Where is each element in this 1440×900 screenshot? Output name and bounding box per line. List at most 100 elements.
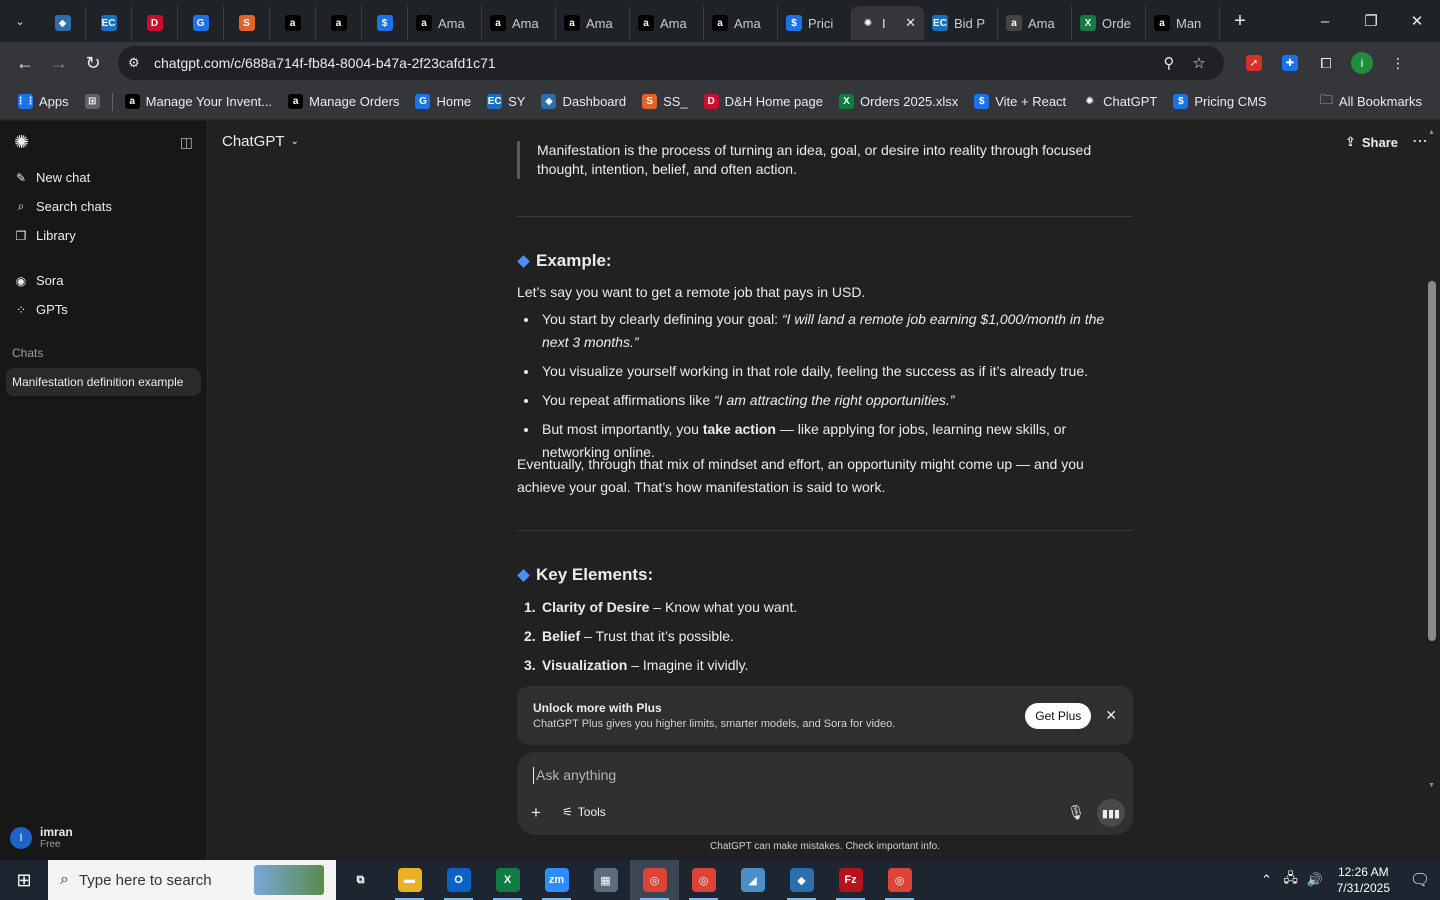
sidebar-item-sora[interactable]: ◉ Sora [0, 266, 207, 295]
scrollbar-thumb[interactable] [1428, 281, 1436, 641]
forward-button[interactable]: → [42, 46, 76, 80]
prompt-input[interactable]: Ask anything [533, 767, 616, 784]
windows-start-icon[interactable]: ⊞ [0, 860, 48, 900]
sidebar-toggle-icon[interactable]: ◫ [180, 134, 193, 151]
sidebar-item-search-chats[interactable]: ⌕ Search chats [0, 192, 207, 221]
bookmark-item[interactable]: a Manage Your Invent... [117, 88, 280, 116]
taskbar-app[interactable]: ◎ [679, 860, 728, 900]
close-icon[interactable]: ✕ [1105, 707, 1117, 724]
browser-tab[interactable]: ✺ I ✕ [852, 6, 924, 40]
bookmark-item[interactable]: ✺ ChatGPT [1074, 88, 1165, 116]
sidebar-item-library[interactable]: ❐ Library [0, 221, 207, 250]
sidebar-item-gpts[interactable]: ⁘ GPTs [0, 295, 207, 324]
bookmark-item[interactable]: S SS_ [634, 88, 696, 116]
browser-tab[interactable]: a Ama [998, 6, 1072, 40]
taskbar-app[interactable]: ◎ [875, 860, 924, 900]
browser-menu-icon[interactable]: ⋮ [1380, 46, 1416, 80]
bookmark-star-icon[interactable]: ☆ [1184, 54, 1214, 72]
chevron-up-icon[interactable]: ⌃ [1255, 872, 1279, 888]
browser-tab[interactable]: a Ama [408, 6, 482, 40]
scroll-up-arrow-icon[interactable]: ▲ [1427, 129, 1436, 136]
taskbar-app[interactable]: zm [532, 860, 581, 900]
taskbar-app[interactable]: X [483, 860, 532, 900]
tab-search-dropdown[interactable]: ⌄ [0, 0, 40, 42]
share-button[interactable]: ⇪ Share [1345, 134, 1398, 150]
maximize-button[interactable]: ❐ [1348, 0, 1394, 42]
taskbar-app[interactable]: ⧉ [336, 860, 385, 900]
address-bar[interactable]: ⚙ chatgpt.com/c/688a714f-fb84-8004-b47a-… [118, 46, 1224, 80]
extension-blue-icon[interactable]: ✚ [1272, 46, 1308, 80]
browser-tab[interactable]: $ Prici [778, 6, 852, 40]
attach-plus-icon[interactable]: + [531, 803, 541, 823]
model-picker[interactable]: ChatGPT ⌄ [222, 133, 299, 150]
get-plus-button[interactable]: Get Plus [1025, 702, 1092, 729]
bookmark-item[interactable]: $ Pricing CMS [1165, 88, 1274, 116]
chat-history-item[interactable]: Manifestation definition example [6, 368, 201, 396]
browser-tab[interactable]: EC Bid P [924, 6, 998, 40]
browser-tab[interactable]: ◆ [40, 6, 86, 40]
more-options-icon[interactable]: ⋯ [1412, 131, 1428, 151]
taskbar-app[interactable]: ◆ [777, 860, 826, 900]
chatgpt-logo-icon[interactable]: ✺ [14, 132, 29, 153]
browser-tab[interactable]: a [316, 6, 362, 40]
bookmark-label: SS_ [663, 94, 688, 109]
scrollbar[interactable]: ▲ ▼ [1427, 129, 1436, 789]
browser-tab[interactable]: EC [86, 6, 132, 40]
window-controls: – ❐ ✕ [1302, 0, 1440, 42]
voice-mode-icon[interactable]: ▮▮▮ [1097, 799, 1125, 827]
browser-tab[interactable]: S [224, 6, 270, 40]
browser-tab[interactable]: a Ama [482, 6, 556, 40]
example-bullets: You start by clearly defining your goal:… [517, 308, 1133, 470]
bookmark-item[interactable]: EC SY [479, 88, 533, 116]
notifications-icon[interactable]: 🗨 [1400, 870, 1440, 890]
bookmark-item[interactable]: G Home [407, 88, 479, 116]
tools-button[interactable]: ⚟ Tools [562, 805, 606, 819]
browser-tab[interactable]: $ [362, 6, 408, 40]
all-bookmarks-button[interactable]: 🗀 All Bookmarks [1312, 88, 1430, 116]
close-tab-icon[interactable]: ✕ [905, 15, 916, 31]
network-icon[interactable]: 🖧 [1279, 869, 1303, 891]
browser-tab[interactable]: a Ama [630, 6, 704, 40]
url-text[interactable]: chatgpt.com/c/688a714f-fb84-8004-b47a-2f… [154, 55, 1154, 71]
site-info-icon[interactable]: ⚙ [128, 55, 150, 71]
key-element-description: – Imagine it vividly. [627, 657, 749, 673]
taskbar-search[interactable]: ⌕ Type here to search [48, 860, 336, 900]
bookmark-item[interactable]: a Manage Orders [280, 88, 407, 116]
zoom-icon[interactable]: ⚲ [1154, 54, 1184, 72]
taskbar-app[interactable]: ◢ [728, 860, 777, 900]
scroll-down-arrow-icon[interactable]: ▼ [1427, 782, 1436, 789]
bookmark-item[interactable]: ◆ Dashboard [533, 88, 634, 116]
bookmark-item[interactable]: X Orders 2025.xlsx [831, 88, 966, 116]
microphone-icon[interactable]: 🎙 [1067, 804, 1085, 821]
taskbar-app[interactable]: O [434, 860, 483, 900]
browser-tab[interactable]: G [178, 6, 224, 40]
clock[interactable]: 12:26 AM 7/31/2025 [1327, 864, 1400, 896]
bookmark-item[interactable]: ⋮⋮ Apps [10, 88, 77, 116]
key-element-description: – Trust that it’s possible. [580, 628, 734, 644]
taskbar-app[interactable]: Fz [826, 860, 875, 900]
reload-button[interactable]: ↻ [76, 46, 110, 80]
browser-tab[interactable]: a [270, 6, 316, 40]
bookmark-item[interactable]: ⊞ [77, 88, 108, 116]
bookmark-item[interactable]: D D&H Home page [696, 88, 831, 116]
bookmark-item[interactable]: $ Vite + React [966, 88, 1074, 116]
user-account[interactable]: I imran Free [10, 825, 73, 850]
sidebar-item-new-chat[interactable]: ✎ New chat [0, 163, 207, 192]
extensions-puzzle-icon[interactable]: ⧠ [1308, 46, 1344, 80]
close-window-button[interactable]: ✕ [1394, 0, 1440, 42]
browser-tab[interactable]: a Ama [704, 6, 778, 40]
taskbar-app[interactable]: ▦ [581, 860, 630, 900]
browser-tab[interactable]: a Ama [556, 6, 630, 40]
back-button[interactable]: ← [8, 46, 42, 80]
volume-icon[interactable]: 🔊 [1303, 872, 1327, 888]
excel-icon: X [1080, 15, 1096, 31]
browser-tab[interactable]: D [132, 6, 178, 40]
new-tab-button[interactable]: + [1224, 5, 1256, 37]
browser-tab[interactable]: X Orde [1072, 6, 1146, 40]
taskbar-app[interactable]: ◎ [630, 860, 679, 900]
profile-button[interactable]: i [1344, 46, 1380, 80]
taskbar-app[interactable]: ▬ [385, 860, 434, 900]
extension-red-icon[interactable]: ➚ [1236, 46, 1272, 80]
minimize-button[interactable]: – [1302, 0, 1348, 42]
browser-tab[interactable]: a Man [1146, 6, 1220, 40]
